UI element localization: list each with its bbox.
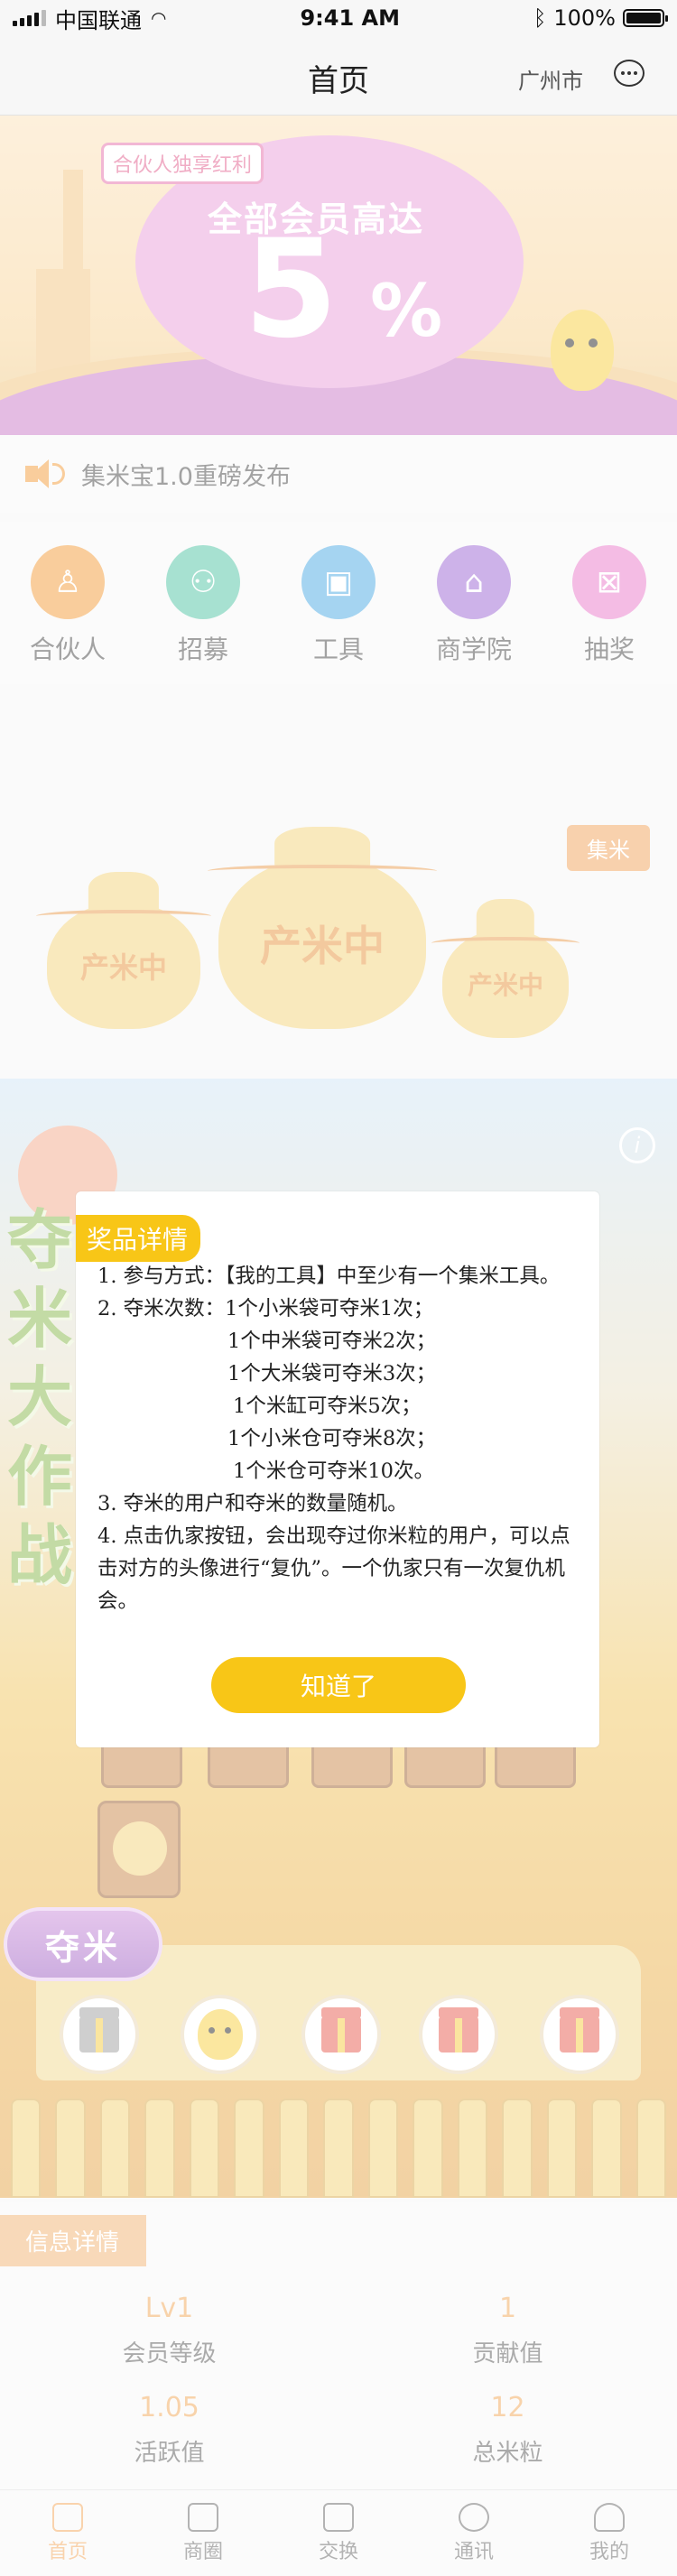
status-time: 9:41 AM	[300, 5, 400, 31]
rule-line: 1个米仓可夺米10次。	[233, 1459, 434, 1483]
rule-line: 3. 夺米的用户和夺米的数量随机。	[97, 1492, 408, 1515]
carrier-label: 中国联通	[55, 7, 142, 33]
modal-body: 1. 参与方式：【我的工具】中至少有一个集米工具。 2. 夺米次数：1个小米袋可…	[97, 1260, 583, 1617]
wifi-icon: ◠	[151, 7, 167, 29]
chat-bubble-icon[interactable]	[614, 60, 645, 87]
rule-line: 1个米缸可夺米5次；	[233, 1395, 422, 1418]
rule-line: 4. 点击仇家按钮，会出现夺过你米粒的用户，可以点击对方的头像进行“复仇”。一个…	[97, 1524, 570, 1613]
rule-line: 1个中米袋可夺米2次；	[227, 1330, 437, 1353]
nav-bar: 首页 广州市	[0, 36, 677, 116]
rule-line: 1个大米袋可夺米3次；	[227, 1362, 437, 1385]
battery-icon	[623, 9, 668, 27]
city-selector[interactable]: 广州市	[518, 63, 583, 95]
bluetooth-icon: ᛒ	[533, 5, 547, 31]
battery-percent: 100%	[553, 5, 616, 31]
modal-title: 奖品详情	[76, 1215, 201, 1262]
rule-line: 1个小米仓可夺米8次；	[227, 1427, 437, 1450]
home-page: 中国联通 ◠ 9:41 AM ᛒ 100% 首页 广州市 合伙人独享红利 全部会…	[0, 0, 677, 2576]
rule-line: 1. 参与方式：【我的工具】中至少有一个集米工具。	[97, 1265, 561, 1288]
status-bar: 中国联通 ◠ 9:41 AM ᛒ 100%	[0, 0, 677, 36]
signal-icon	[13, 10, 46, 26]
rule-line: 2. 夺米次数：1个小米袋可夺米1次；	[97, 1297, 434, 1320]
got-it-button[interactable]: 知道了	[211, 1657, 466, 1713]
prize-details-modal: 奖品详情 1. 参与方式：【我的工具】中至少有一个集米工具。 2. 夺米次数：1…	[76, 1191, 599, 1747]
